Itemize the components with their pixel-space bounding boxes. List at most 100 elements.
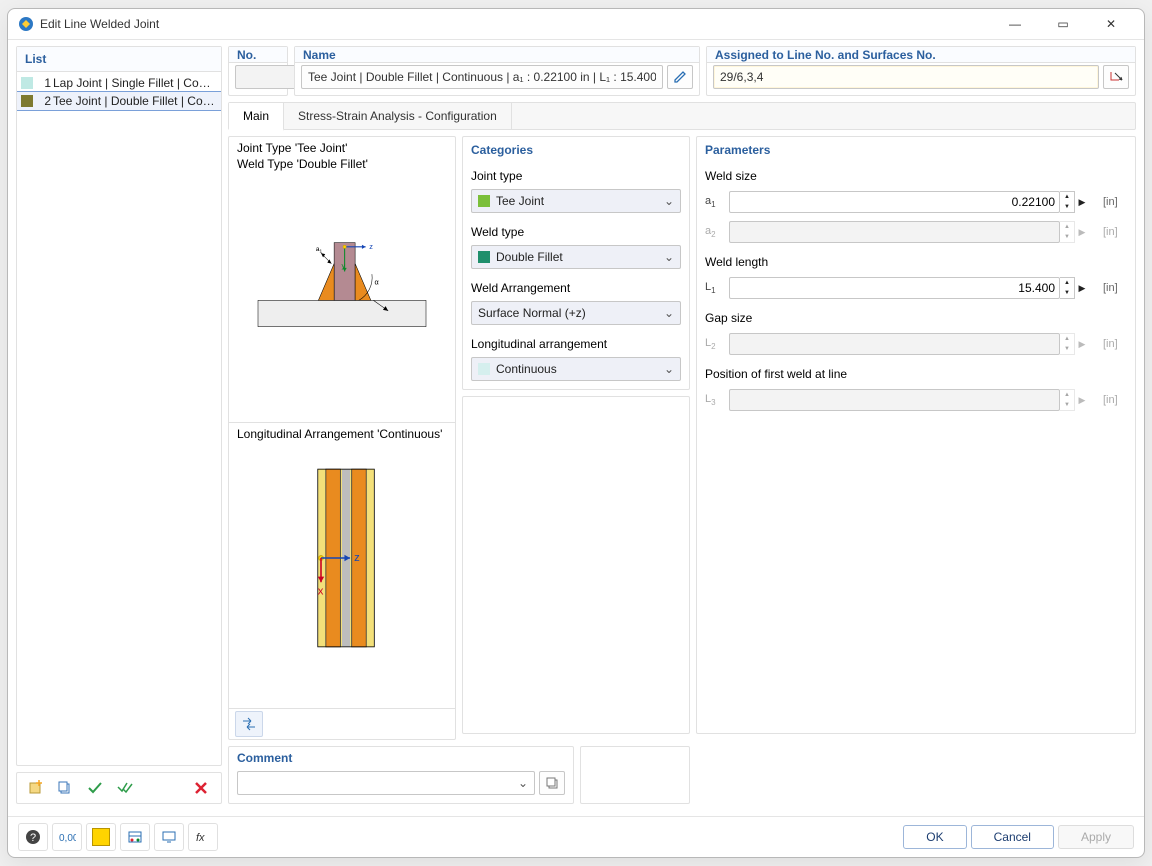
color-swatch <box>478 195 490 207</box>
go-icon: ▶ <box>1077 227 1087 238</box>
param-l1-row: L1 ▲▼ ▶ [in] <box>705 277 1127 299</box>
go-icon[interactable]: ▶ <box>1077 283 1087 294</box>
position-first-weld-label: Position of first weld at line <box>705 367 1127 381</box>
close-button[interactable]: ✕ <box>1088 9 1134 39</box>
no-label: No. <box>229 47 287 63</box>
list-header: List <box>17 47 221 72</box>
param-l2-row: L2 ▲▼ ▶ [in] <box>705 333 1127 355</box>
comment-combo[interactable]: ⌄ <box>237 771 535 795</box>
edit-name-icon[interactable] <box>667 65 693 89</box>
l1-label: L1 <box>705 281 725 295</box>
right-column: No. Name Assigned to Line No. and Surfac… <box>228 46 1136 804</box>
check-multi-icon[interactable] <box>111 775 139 801</box>
spinner-buttons[interactable]: ▲▼ <box>1060 277 1075 299</box>
joint-type-combo[interactable]: Tee Joint ⌄ <box>471 189 681 213</box>
preview-caption-1: Joint Type 'Tee Joint' <box>237 141 447 157</box>
assigned-panel: Assigned to Line No. and Surfaces No. <box>706 46 1136 96</box>
name-panel: Name <box>294 46 700 96</box>
dialog-content: List 1 Lap Joint | Single Fillet | Conti… <box>8 40 1144 816</box>
color-swatch <box>478 363 490 375</box>
l2-label: L2 <box>705 337 725 351</box>
list-item[interactable]: 1 Lap Joint | Single Fillet | Continuous <box>17 74 221 92</box>
delete-icon[interactable] <box>187 775 215 801</box>
window-title: Edit Line Welded Joint <box>40 17 159 31</box>
spinner-buttons: ▲▼ <box>1060 221 1075 243</box>
tabs-region: Main Stress-Strain Analysis - Configurat… <box>228 102 1136 804</box>
maximize-button[interactable]: ▭ <box>1040 9 1086 39</box>
gap-size-label: Gap size <box>705 311 1127 325</box>
assigned-input[interactable] <box>713 65 1099 89</box>
list-item[interactable]: 2 Tee Joint | Double Fillet | Continuous <box>17 92 221 110</box>
color-icon[interactable] <box>86 823 116 851</box>
longitudinal-diagram: z x <box>237 443 447 704</box>
spinner-buttons[interactable]: ▲▼ <box>1060 191 1075 213</box>
dialog-footer: ? 0,00 fx OK Cancel Apply <box>8 816 1144 857</box>
l3-input <box>729 389 1060 411</box>
list-body[interactable]: 1 Lap Joint | Single Fillet | Continuous… <box>17 72 221 765</box>
tab-stress-strain[interactable]: Stress-Strain Analysis - Configuration <box>284 103 512 129</box>
go-icon: ▶ <box>1077 339 1087 350</box>
a2-label: a2 <box>705 225 725 239</box>
combo-value: Tee Joint <box>496 194 544 208</box>
fx-icon[interactable]: fx <box>188 823 218 851</box>
apply-button[interactable]: Apply <box>1058 825 1134 849</box>
weld-arrangement-label: Weld Arrangement <box>471 281 681 295</box>
diagram-icon[interactable] <box>120 823 150 851</box>
list-toolbar <box>16 772 222 804</box>
weld-type-label: Weld type <box>471 225 681 239</box>
list-item-text: Tee Joint | Double Fillet | Continuous <box>53 94 217 108</box>
preview-lower: Longitudinal Arrangement 'Continuous' <box>229 423 455 708</box>
x-axis-label: x <box>318 585 324 597</box>
titlebar: Edit Line Welded Joint — ▭ ✕ <box>8 9 1144 40</box>
comment-panel: Comment ⌄ <box>228 746 574 804</box>
svg-text:fx: fx <box>196 832 205 844</box>
cancel-button[interactable]: Cancel <box>971 825 1054 849</box>
list-item-no: 1 <box>35 76 53 90</box>
ok-button[interactable]: OK <box>903 825 966 849</box>
categories-title: Categories <box>463 137 689 159</box>
help-icon[interactable]: ? <box>18 823 48 851</box>
param-a1-row: a1 ▲▼ ▶ [in] <box>705 191 1127 213</box>
l2-input <box>729 333 1060 355</box>
weld-size-label: Weld size <box>705 169 1127 183</box>
comment-side-panel <box>580 746 690 804</box>
list-item-text: Lap Joint | Single Fillet | Continuous <box>53 76 217 90</box>
longitudinal-arrangement-combo[interactable]: Continuous ⌄ <box>471 357 681 381</box>
check-green-icon[interactable] <box>81 775 109 801</box>
svg-text:0,00: 0,00 <box>59 833 76 844</box>
unit-label: [in] <box>1103 394 1127 406</box>
a1-input[interactable] <box>729 191 1060 213</box>
spinner-buttons: ▲▼ <box>1060 389 1075 411</box>
new-icon[interactable] <box>21 775 49 801</box>
tab-main[interactable]: Main <box>229 103 284 131</box>
a2-input <box>729 221 1060 243</box>
swap-icon[interactable] <box>235 711 263 737</box>
pick-in-view-icon[interactable] <box>1103 65 1129 89</box>
unit-label: [in] <box>1103 282 1127 294</box>
minimize-button[interactable]: — <box>992 9 1038 39</box>
z-axis-label: z <box>369 242 373 251</box>
preview-caption-2: Weld Type 'Double Fillet' <box>237 157 447 173</box>
monitor-icon[interactable] <box>154 823 184 851</box>
l1-input[interactable] <box>729 277 1060 299</box>
longitudinal-arrangement-label: Longitudinal arrangement <box>471 337 681 351</box>
alpha-label: α <box>375 278 380 287</box>
l3-label: L3 <box>705 393 725 407</box>
no-panel: No. <box>228 46 288 96</box>
color-swatch <box>21 77 33 89</box>
name-label: Name <box>295 47 699 63</box>
assigned-label: Assigned to Line No. and Surfaces No. <box>707 47 1135 63</box>
empty-panel <box>462 396 690 734</box>
weld-type-combo[interactable]: Double Fillet ⌄ <box>471 245 681 269</box>
units-icon[interactable]: 0,00 <box>52 823 82 851</box>
copy-icon[interactable] <box>51 775 79 801</box>
dialog-window: Edit Line Welded Joint — ▭ ✕ List 1 Lap … <box>7 8 1145 858</box>
list-panel: List 1 Lap Joint | Single Fillet | Conti… <box>16 46 222 766</box>
tabstrip: Main Stress-Strain Analysis - Configurat… <box>228 102 1136 130</box>
name-input[interactable] <box>301 65 663 89</box>
preview-long-caption: Longitudinal Arrangement 'Continuous' <box>237 427 447 443</box>
comment-copy-icon[interactable] <box>539 771 565 795</box>
comment-row: Comment ⌄ <box>228 746 690 804</box>
weld-arrangement-combo[interactable]: Surface Normal (+z) ⌄ <box>471 301 681 325</box>
go-icon[interactable]: ▶ <box>1077 197 1087 208</box>
